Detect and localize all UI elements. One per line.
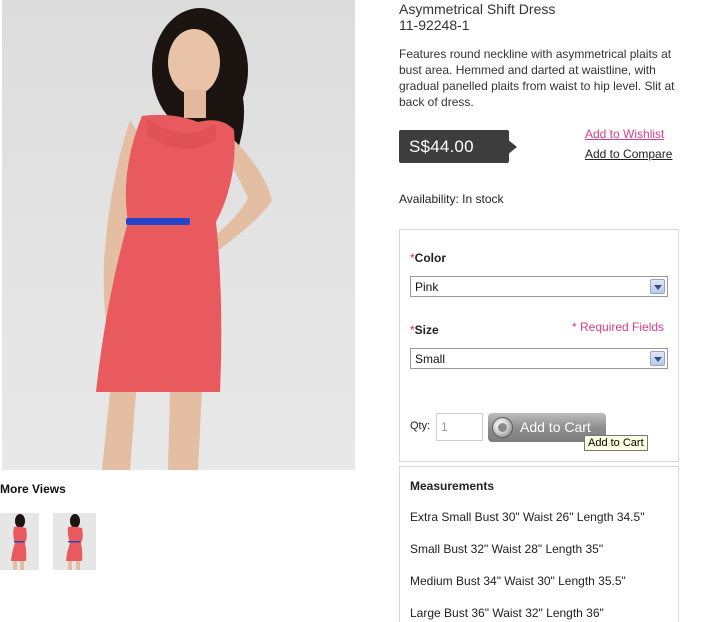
product-sku: 11-92248-1 (399, 17, 470, 33)
add-to-cart-label: Add to Cart (520, 419, 591, 435)
product-options-panel: *Color Pink *Size * Required Fields Smal… (399, 229, 679, 462)
qty-label: Qty: (410, 420, 431, 432)
size-selected-value: Small (415, 352, 446, 366)
chevron-down-icon[interactable] (650, 351, 665, 366)
product-title: Asymmetrical Shift Dress (399, 1, 556, 17)
more-views-heading: More Views (0, 482, 66, 496)
measurement-row: Large Bust 36" Waist 32" Length 36" (410, 606, 604, 620)
thumbnail-back[interactable] (53, 513, 96, 570)
availability-status: Availability: In stock (399, 192, 504, 206)
add-to-compare-link[interactable]: Add to Compare (585, 147, 672, 161)
main-product-image[interactable] (2, 0, 355, 470)
chevron-down-icon[interactable] (650, 279, 665, 294)
product-price: S$44.00 (409, 137, 474, 156)
cart-button-icon (492, 417, 513, 438)
size-option-label: *Size (410, 323, 439, 337)
color-option-label: *Color (410, 251, 447, 265)
measurement-row: Small Bust 32" Waist 28" Length 35" (410, 542, 604, 556)
measurements-title: Measurements (410, 479, 495, 493)
required-fields-note: * Required Fields (572, 320, 665, 334)
availability-value: In stock (462, 192, 504, 206)
product-description: Features round neckline with asymmetrica… (399, 47, 675, 109)
measurement-row: Extra Small Bust 30" Waist 26" Length 34… (410, 510, 645, 524)
availability-label: Availability: (399, 192, 459, 206)
qty-input[interactable]: 1 (436, 413, 483, 441)
thumbnail-back-image (66, 514, 83, 570)
color-select[interactable]: Pink (410, 276, 668, 297)
thumbnail-front[interactable] (0, 513, 39, 570)
measurements-panel: Measurements Extra Small Bust 30" Waist … (399, 466, 679, 622)
add-to-cart-tooltip: Add to Cart (584, 435, 648, 451)
model-photo (96, 8, 272, 470)
add-to-wishlist-link[interactable]: Add to Wishlist (585, 127, 664, 141)
measurement-row: Medium Bust 34" Waist 30" Length 35.5" (410, 574, 626, 588)
thumbnail-front-image (11, 514, 27, 570)
price-tag: S$44.00 (399, 130, 519, 163)
size-select[interactable]: Small (410, 348, 668, 369)
color-selected-value: Pink (415, 280, 439, 294)
